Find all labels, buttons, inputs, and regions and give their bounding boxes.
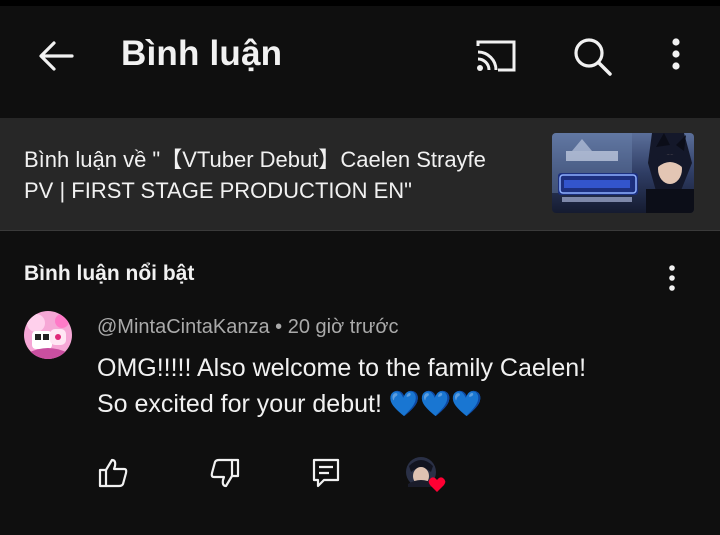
more-vertical-icon [672, 38, 680, 70]
divider [0, 230, 720, 231]
video-comment-heading: Bình luận về "【VTuber Debut】Caelen Stray… [24, 144, 534, 206]
reply-button[interactable] [310, 456, 344, 490]
video-title-line-1: Bình luận về "【VTuber Debut】Caelen Stray… [24, 147, 486, 172]
creator-heart-badge [405, 456, 451, 496]
section-more-button[interactable] [660, 262, 684, 298]
like-button[interactable] [96, 456, 130, 490]
creator-heart-icon [406, 457, 446, 492]
search-button[interactable] [570, 34, 614, 78]
page-title: Bình luận [121, 34, 283, 73]
arrow-left-icon [39, 41, 74, 71]
comment-author[interactable]: @MintaCintaKanza [97, 316, 270, 338]
commenter-avatar[interactable] [24, 311, 72, 359]
app-bar: Bình luận [0, 6, 720, 116]
meta-separator: • [275, 316, 283, 338]
more-options-button[interactable] [660, 34, 692, 78]
comment-meta: @MintaCintaKanza • 20 giờ trước [97, 316, 399, 339]
comment-text-line-2: So excited for your debut! 💙💙💙 [97, 390, 483, 418]
comment-text: OMG!!!!! Also welcome to the family Cael… [97, 350, 697, 422]
reply-icon [312, 458, 340, 488]
video-title-line-2: PV | FIRST STAGE PRODUCTION EN" [24, 178, 412, 203]
back-button[interactable] [34, 34, 78, 78]
dislike-button[interactable] [208, 456, 242, 490]
thumbs-up-icon [98, 458, 128, 488]
video-thumbnail[interactable] [552, 133, 694, 213]
comment-time: 20 giờ trước [287, 316, 399, 338]
thumbs-down-icon [210, 458, 240, 488]
cast-icon [476, 40, 516, 72]
cast-button[interactable] [474, 36, 518, 76]
more-vertical-icon [669, 265, 675, 291]
comment-text-line-1: OMG!!!!! Also welcome to the family Cael… [97, 354, 587, 382]
video-info-bar[interactable]: Bình luận về "【VTuber Debut】Caelen Stray… [0, 118, 720, 230]
section-title: Bình luận nổi bật [24, 262, 195, 285]
search-icon [574, 38, 612, 76]
